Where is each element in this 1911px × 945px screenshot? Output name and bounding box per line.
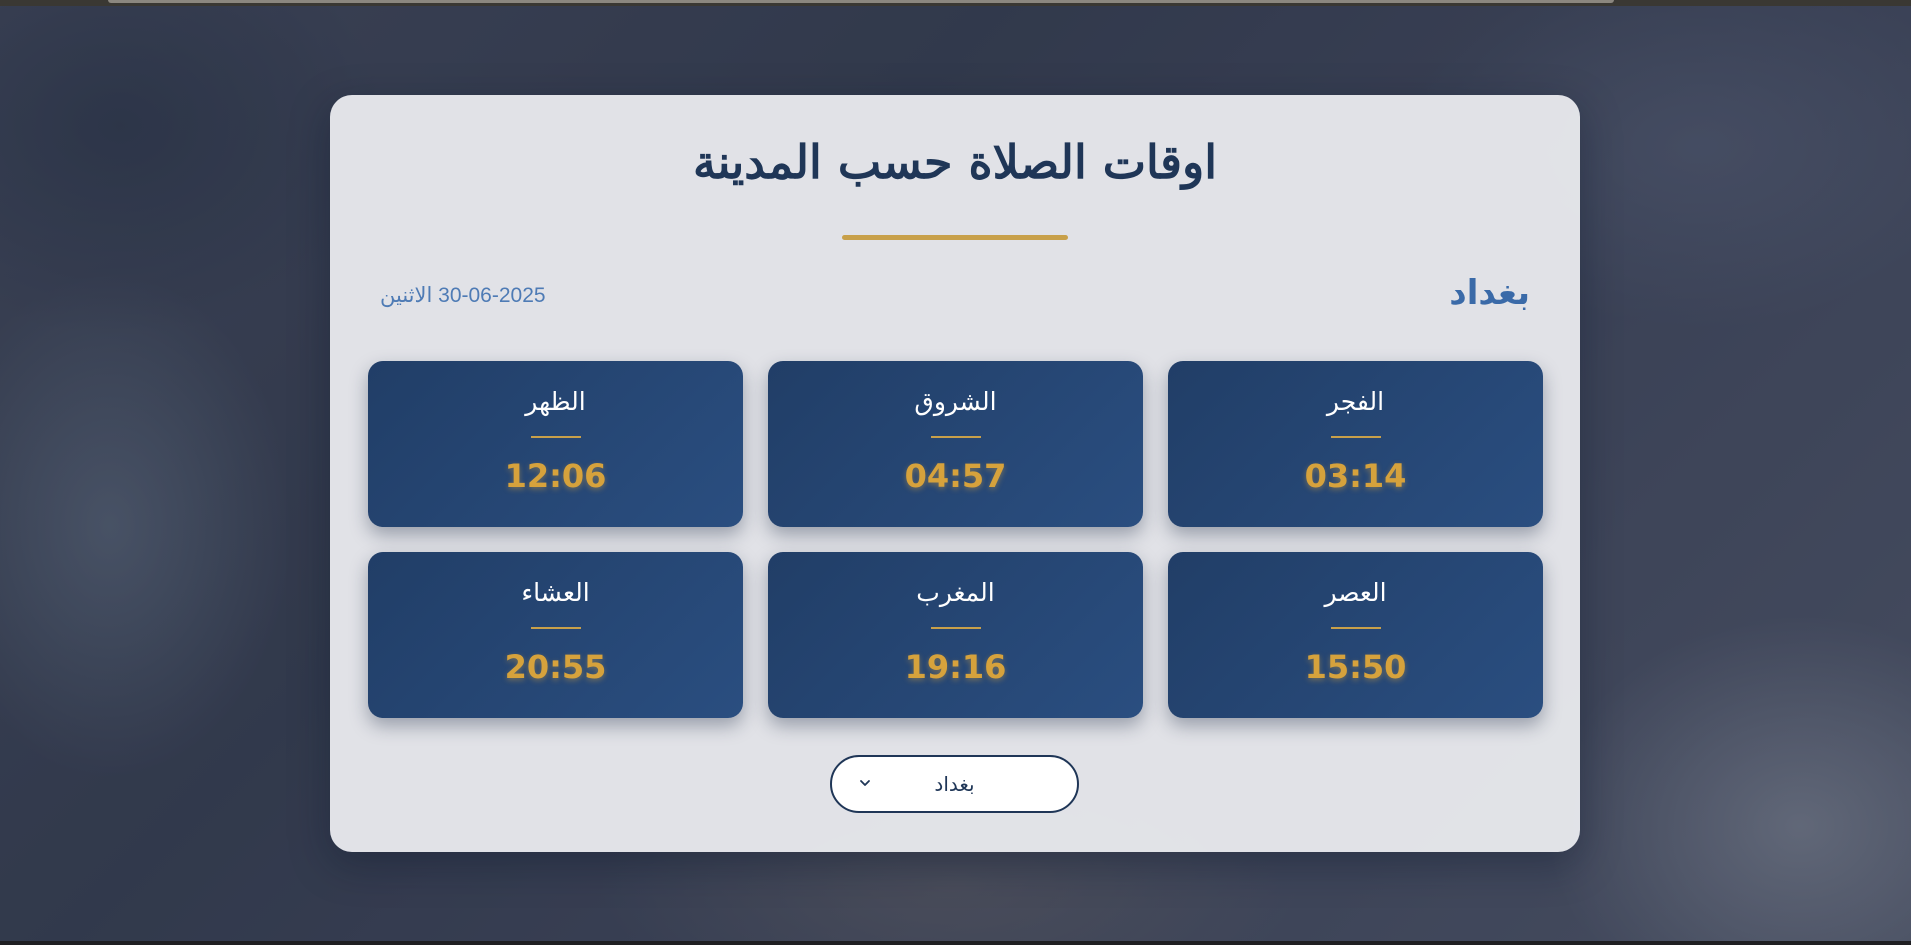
prayer-time: 04:57 [904,457,1007,495]
prayer-name: المغرب [916,578,995,607]
prayer-times-card: اوقات الصلاة حسب المدينة بغداد 30-06-202… [330,95,1580,852]
prayer-card-isha: العشاء 20:55 [368,552,743,718]
browser-top-pill [108,0,1614,3]
prayer-name: الفجر [1326,387,1385,416]
city-select[interactable]: بغداد [830,755,1079,813]
prayer-divider [931,627,981,629]
prayer-time: 20:55 [504,648,607,686]
prayer-card-asr: العصر 15:50 [1168,552,1543,718]
prayer-name: العصر [1324,578,1387,607]
page-title: اوقات الصلاة حسب المدينة [692,135,1218,189]
prayer-card-maghrib: المغرب 19:16 [768,552,1143,718]
prayer-card-dhuhr: الظهر 12:06 [368,361,743,527]
prayer-time: 15:50 [1304,648,1407,686]
prayer-grid: الفجر 03:14 الشروق 04:57 الظهر 12:06 الع… [368,361,1543,718]
prayer-name: الشروق [914,387,997,416]
prayer-divider [1331,627,1381,629]
prayer-divider [531,436,581,438]
city-select-value: بغداد [934,772,975,796]
title-underline [842,235,1068,240]
prayer-divider [931,436,981,438]
prayer-name: العشاء [521,578,590,607]
prayer-name: الظهر [525,387,586,416]
prayer-card-sunrise: الشروق 04:57 [768,361,1143,527]
prayer-card-fajr: الفجر 03:14 [1168,361,1543,527]
prayer-divider [1331,436,1381,438]
browser-bottom-strip [0,941,1911,945]
prayer-divider [531,627,581,629]
prayer-time: 19:16 [904,648,1007,686]
city-name: بغداد [1449,273,1530,313]
date-label: 30-06-2025 الاثنين [380,284,546,307]
prayer-time: 12:06 [504,457,607,495]
prayer-time: 03:14 [1304,457,1407,495]
chevron-down-icon [860,780,870,786]
